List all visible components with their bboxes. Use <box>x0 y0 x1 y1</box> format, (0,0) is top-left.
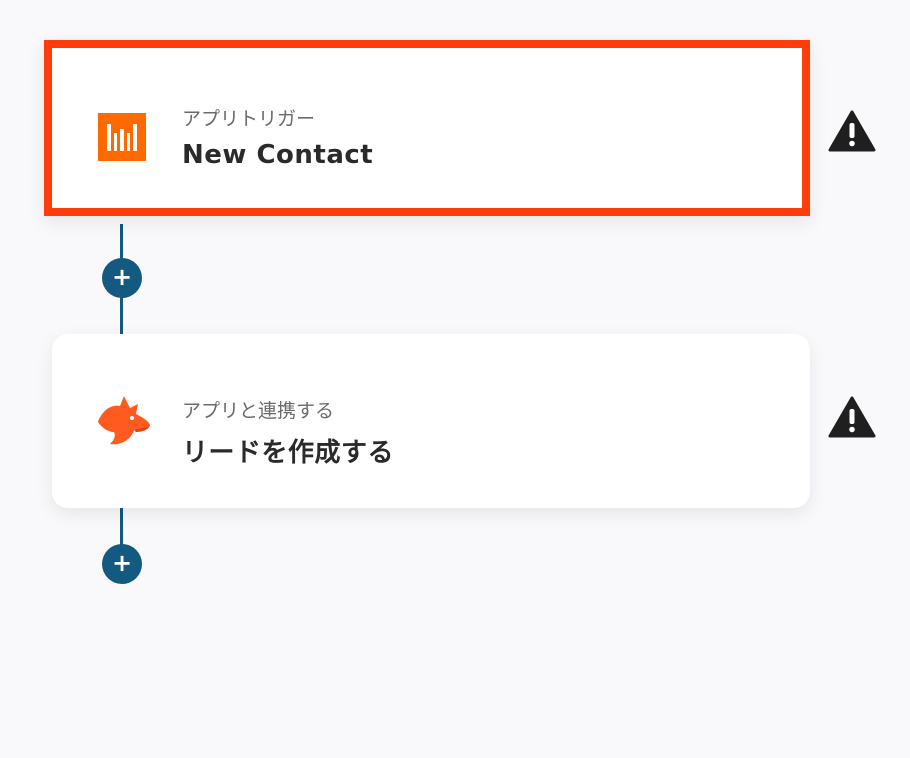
app-icon <box>98 113 146 161</box>
orange-bars-icon <box>98 113 146 161</box>
warning-icon[interactable] <box>828 396 876 438</box>
step-subtitle: アプリトリガー <box>182 108 316 130</box>
app-icon <box>92 392 154 448</box>
step-subtitle: アプリと連携する <box>182 400 335 422</box>
fox-icon <box>98 396 150 445</box>
plus-icon: + <box>111 549 133 577</box>
add-step-button[interactable]: + <box>102 258 142 298</box>
trigger-step-card[interactable]: アプリトリガー New Contact <box>44 40 810 216</box>
step-title: リードを作成する <box>182 438 395 468</box>
action-step-card[interactable]: アプリと連携する リードを作成する <box>52 334 810 508</box>
warning-icon[interactable] <box>828 110 876 152</box>
add-step-button[interactable]: + <box>102 544 142 584</box>
plus-icon: + <box>111 263 133 291</box>
step-title: New Contact <box>182 140 374 170</box>
